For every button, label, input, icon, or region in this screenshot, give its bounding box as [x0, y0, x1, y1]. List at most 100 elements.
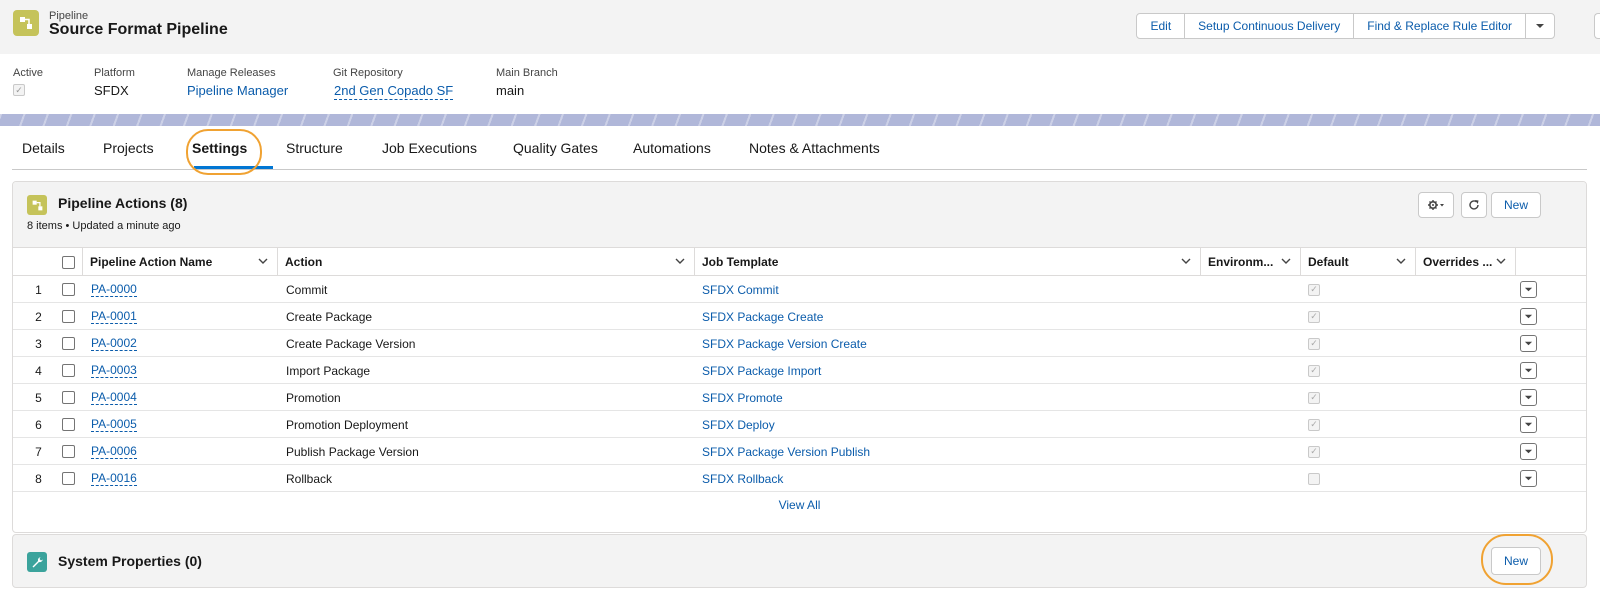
git-label: Git Repository	[333, 67, 403, 79]
tab-details[interactable]: Details	[22, 140, 65, 156]
refresh-button[interactable]	[1461, 192, 1487, 218]
branch-label: Main Branch	[496, 67, 558, 79]
row-checkbox[interactable]	[62, 391, 75, 404]
action-name: PA-0004	[91, 390, 137, 405]
more-actions-button[interactable]	[1526, 14, 1554, 38]
row-select	[62, 438, 75, 465]
action-name-link[interactable]: PA-0003	[91, 357, 137, 384]
tab-notes-attachments[interactable]: Notes & Attachments	[749, 140, 880, 156]
tab-projects[interactable]: Projects	[103, 140, 154, 156]
column-header-overrides[interactable]: Overrides ...	[1416, 248, 1516, 276]
field-active: Active ✓	[13, 67, 43, 96]
git-repository-link[interactable]: 2nd Gen Copado SF	[334, 83, 454, 100]
row-select	[62, 276, 75, 303]
tab-job-executions[interactable]: Job Executions	[382, 140, 477, 156]
job-template-link[interactable]: SFDX Commit	[702, 276, 779, 303]
edit-button[interactable]: Edit	[1137, 14, 1186, 38]
row-select	[62, 357, 75, 384]
default-checkbox: ✓	[1308, 310, 1320, 323]
action-name-link[interactable]: PA-0000	[91, 276, 137, 303]
header-row-number	[13, 248, 54, 276]
tab-automations[interactable]: Automations	[633, 140, 711, 156]
releases-label: Manage Releases	[187, 67, 276, 79]
row-select	[62, 411, 75, 438]
row-actions	[1520, 465, 1537, 492]
job-template-link[interactable]: SFDX Package Create	[702, 303, 823, 330]
action-name-link[interactable]: PA-0002	[91, 330, 137, 357]
card-subtitle: 8 items • Updated a minute ago	[27, 220, 181, 232]
column-header-action[interactable]: Action	[278, 248, 695, 276]
platform-value: SFDX	[94, 83, 129, 98]
row-actions	[1520, 303, 1537, 330]
default-cell: ✓	[1308, 357, 1320, 384]
wrench-icon	[27, 552, 47, 572]
chevron-down-icon	[675, 258, 685, 264]
chevron-down-icon	[1524, 422, 1533, 427]
action-value: Promotion Deployment	[286, 417, 409, 432]
tab-settings[interactable]: Settings	[192, 140, 247, 156]
row-checkbox[interactable]	[62, 310, 75, 323]
action-name-link[interactable]: PA-0016	[91, 465, 137, 492]
default-cell: ✓	[1308, 276, 1320, 303]
chevron-down-icon	[1524, 314, 1533, 319]
row-checkbox[interactable]	[62, 445, 75, 458]
row-checkbox[interactable]	[62, 418, 75, 431]
row-checkbox[interactable]	[62, 472, 75, 485]
job-template-link[interactable]: SFDX Package Version Publish	[702, 438, 870, 465]
new-system-property-button[interactable]: New	[1491, 547, 1541, 575]
setup-continuous-delivery-button[interactable]: Setup Continuous Delivery	[1185, 14, 1355, 38]
refresh-icon	[1469, 200, 1479, 210]
job-template-link[interactable]: SFDX Package Version Create	[702, 330, 867, 357]
overflow-button[interactable]	[1594, 13, 1600, 39]
pipeline-action-icon	[27, 195, 47, 215]
default-cell	[1308, 465, 1320, 492]
find-replace-rule-editor-button[interactable]: Find & Replace Rule Editor	[1354, 14, 1526, 38]
select-all-checkbox[interactable]	[62, 255, 75, 269]
action-value: Import Package	[286, 363, 371, 378]
row-menu-button[interactable]	[1520, 308, 1537, 325]
action-value: Create Package Version	[286, 336, 416, 351]
column-header-environment[interactable]: Environm...	[1201, 248, 1301, 276]
releases-link[interactable]: Pipeline Manager	[187, 83, 288, 98]
row-menu-button[interactable]	[1520, 470, 1537, 487]
row-menu-button[interactable]	[1520, 335, 1537, 352]
tab-quality-gates[interactable]: Quality Gates	[513, 140, 598, 156]
column-header-default[interactable]: Default	[1301, 248, 1416, 276]
action-name: PA-0001	[91, 309, 137, 324]
default-cell: ✓	[1308, 438, 1320, 465]
row-checkbox[interactable]	[62, 364, 75, 377]
row-menu-button[interactable]	[1520, 416, 1537, 433]
action-name: PA-0016	[91, 471, 137, 486]
column-label-job-template: Job Template	[702, 255, 779, 269]
action-name-link[interactable]: PA-0006	[91, 438, 137, 465]
list-settings-button[interactable]	[1418, 192, 1454, 218]
new-action-button[interactable]: New	[1491, 192, 1541, 218]
row-menu-button[interactable]	[1520, 443, 1537, 460]
job-template-link[interactable]: SFDX Deploy	[702, 411, 775, 438]
pipeline-icon	[13, 10, 39, 36]
chevron-down-icon	[1536, 24, 1544, 28]
action-name-link[interactable]: PA-0005	[91, 411, 137, 438]
tab-structure[interactable]: Structure	[286, 140, 343, 156]
job-template-link[interactable]: SFDX Rollback	[702, 465, 783, 492]
view-all-link[interactable]: View All	[13, 498, 1586, 512]
action-value: Promotion	[286, 390, 341, 405]
row-number: 4	[35, 363, 42, 378]
record-header: Pipeline Source Format Pipeline Edit Set…	[0, 0, 1600, 54]
job-template-link[interactable]: SFDX Promote	[702, 384, 783, 411]
highlights-panel: Active ✓ Platform SFDX Manage Releases P…	[0, 54, 1600, 114]
row-menu-button[interactable]	[1520, 281, 1537, 298]
default-checkbox: ✓	[1308, 391, 1320, 404]
row-checkbox[interactable]	[62, 337, 75, 350]
action-name-link[interactable]: PA-0001	[91, 303, 137, 330]
row-menu-button[interactable]	[1520, 389, 1537, 406]
action-name-link[interactable]: PA-0004	[91, 384, 137, 411]
row-select	[62, 330, 75, 357]
job-template-link[interactable]: SFDX Package Import	[702, 357, 821, 384]
field-main-branch: Main Branch main	[496, 67, 558, 98]
row-actions	[1520, 384, 1537, 411]
row-checkbox[interactable]	[62, 283, 75, 296]
row-menu-button[interactable]	[1520, 362, 1537, 379]
column-header-name[interactable]: Pipeline Action Name	[83, 248, 278, 276]
column-header-job-template[interactable]: Job Template	[695, 248, 1201, 276]
